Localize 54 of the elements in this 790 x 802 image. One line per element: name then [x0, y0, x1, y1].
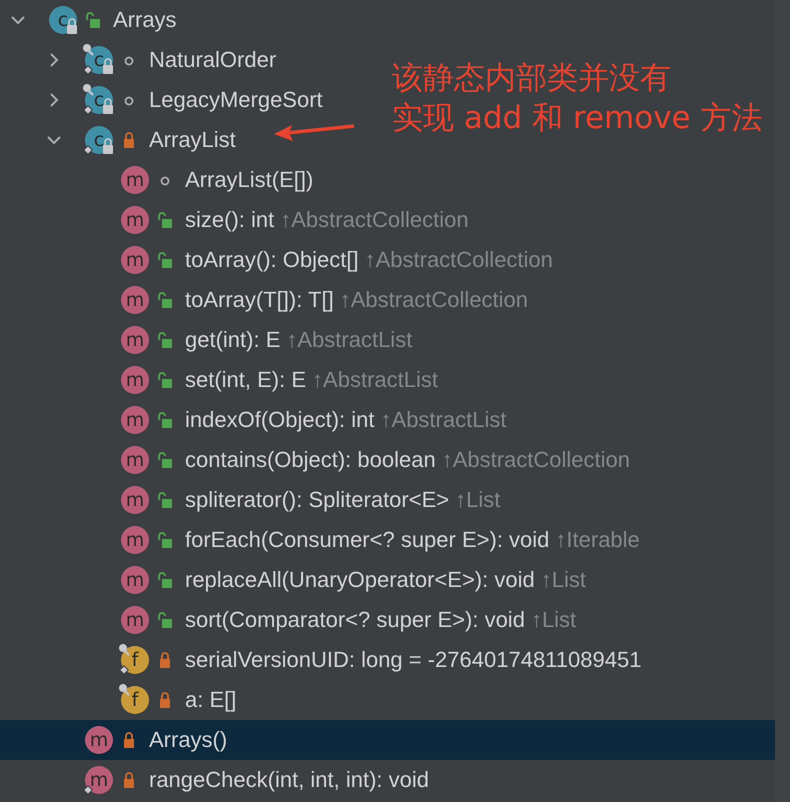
- inherited-from: ↑AbstractCollection: [340, 287, 528, 313]
- member-name: rangeCheck(int, int, int): void: [149, 767, 430, 793]
- tree-item[interactable]: m Arrays(): [0, 720, 775, 760]
- member-name: ArrayList(E[]): [185, 167, 314, 193]
- member-name: NaturalOrder: [149, 47, 276, 73]
- member-name: set(int, E): E: [185, 367, 306, 393]
- inherited-from: ↑AbstractList: [380, 407, 506, 433]
- inherited-from: ↑List: [455, 487, 500, 513]
- inherited-from: ↑AbstractList: [286, 327, 412, 353]
- member-name: serialVersionUID: long = -27640174811089451: [185, 647, 642, 673]
- member-name: spliterator(): Spliterator<E>: [185, 487, 450, 513]
- member-name: Arrays(): [149, 727, 228, 753]
- member-name: toArray(T[]): T[]: [185, 287, 334, 313]
- member-name: size(): int: [185, 207, 274, 233]
- tree-item[interactable]: m spliterator(): Spliterator<E> ↑List: [0, 480, 500, 520]
- tree-item[interactable]: m ArrayList(E[]): [0, 160, 314, 200]
- tree-item[interactable]: m sort(Comparator<? super E>): void ↑List: [0, 600, 576, 640]
- tree-item[interactable]: f serialVersionUID: long = -27640174811089451: [0, 640, 642, 680]
- inherited-from: ↑List: [530, 607, 576, 633]
- tree-item[interactable]: m set(int, E): E ↑AbstractList: [0, 360, 438, 400]
- inherited-from: ↑List: [540, 567, 586, 593]
- inherited-from: ↑AbstractCollection: [364, 247, 553, 273]
- inherited-from: ↑AbstractCollection: [442, 447, 630, 473]
- tree-item[interactable]: m indexOf(Object): int ↑AbstractList: [0, 400, 506, 440]
- tree-item[interactable]: c ArrayList: [0, 120, 236, 160]
- tree-item[interactable]: c LegacyMergeSort: [0, 80, 323, 120]
- annotation-text: 实现 add 和 remove 方法: [392, 99, 762, 138]
- tree-item[interactable]: m toArray(T[]): T[] ↑AbstractCollection: [0, 280, 528, 320]
- member-name: a: E[]: [185, 687, 236, 713]
- tree-item[interactable]: m forEach(Consumer<? super E>): void ↑Iterable: [0, 520, 640, 560]
- inherited-from: ↑Iterable: [555, 527, 640, 553]
- member-name: replaceAll(UnaryOperator<E>): void: [185, 567, 535, 593]
- member-name: sort(Comparator<? super E>): void: [185, 607, 525, 633]
- tree-item[interactable]: c Arrays: [0, 0, 177, 40]
- member-name: LegacyMergeSort: [149, 87, 323, 113]
- member-name: get(int): E: [185, 327, 280, 353]
- member-name: indexOf(Object): int: [185, 407, 375, 433]
- tree-item[interactable]: m size(): int ↑AbstractCollection: [0, 200, 469, 240]
- annotation-text: 该静态内部类并没有: [392, 59, 672, 98]
- inherited-from: ↑AbstractCollection: [280, 207, 469, 233]
- member-name: contains(Object): boolean: [185, 447, 436, 473]
- member-name: Arrays: [113, 7, 177, 33]
- tree-item[interactable]: m get(int): E ↑AbstractList: [0, 320, 412, 360]
- tree-item[interactable]: m contains(Object): boolean ↑AbstractCollection: [0, 440, 630, 480]
- tree-item[interactable]: m toArray(): Object[] ↑AbstractCollection: [0, 240, 553, 280]
- tree-item[interactable]: f a: E[]: [0, 680, 236, 720]
- inherited-from: ↑AbstractList: [312, 367, 438, 393]
- member-name: forEach(Consumer<? super E>): void: [185, 527, 550, 553]
- tree-item[interactable]: m rangeCheck(int, int, int): void: [0, 760, 430, 800]
- scrollbar-track[interactable]: [775, 0, 790, 802]
- member-name: toArray(): Object[]: [185, 247, 359, 273]
- tree-item[interactable]: c NaturalOrder: [0, 40, 276, 80]
- tree-item[interactable]: m replaceAll(UnaryOperator<E>): void ↑List: [0, 560, 586, 600]
- member-name: ArrayList: [149, 127, 236, 153]
